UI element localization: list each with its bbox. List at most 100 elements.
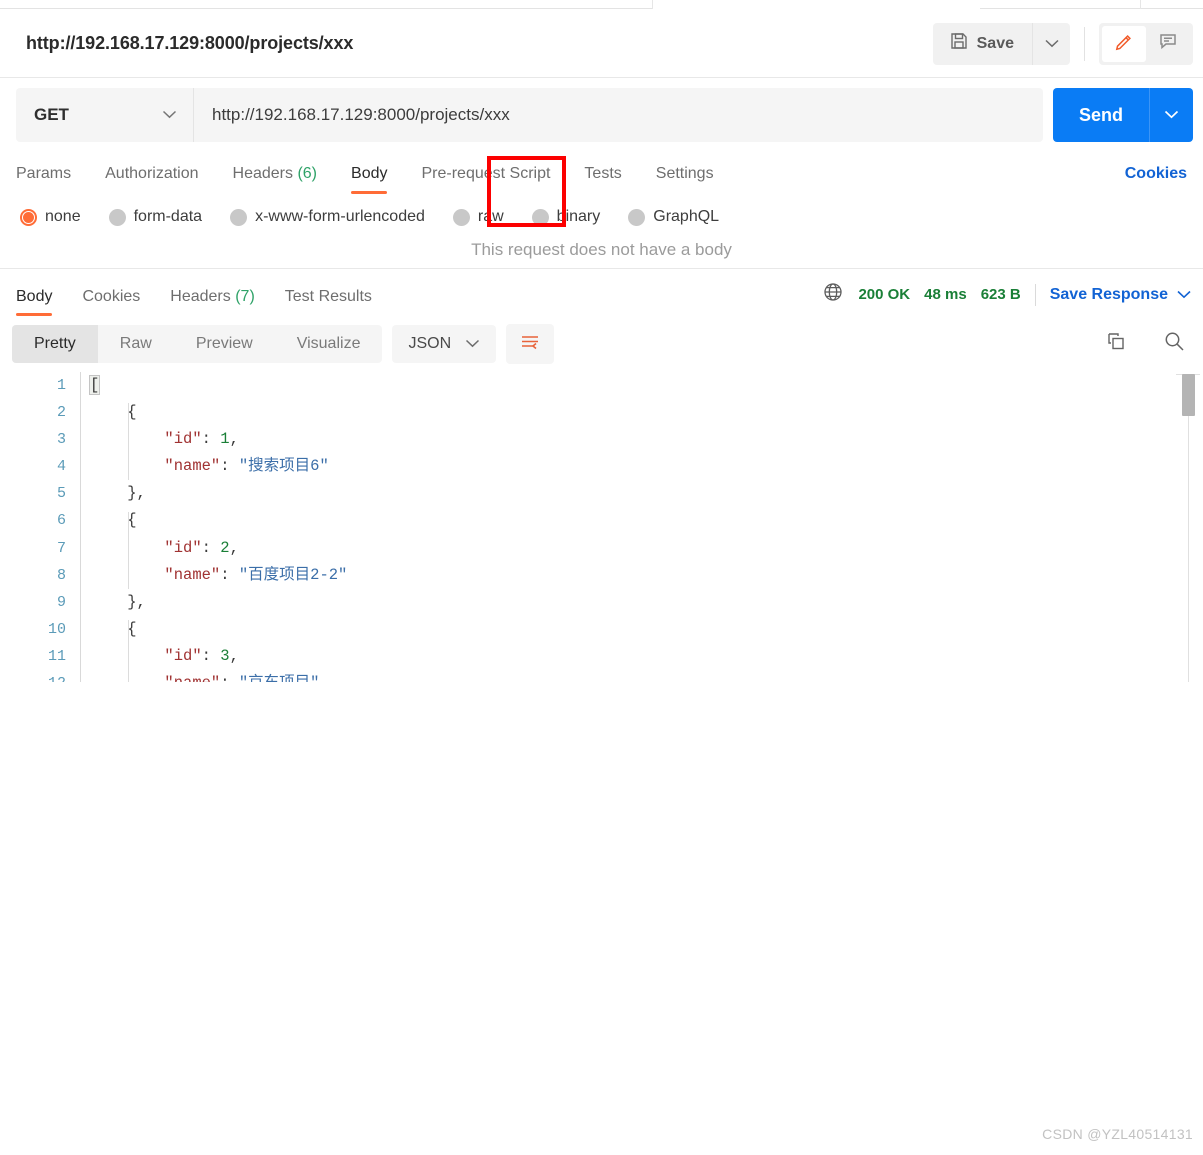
globe-icon [822, 281, 844, 308]
chevron-down-icon [1164, 106, 1179, 124]
tab-pre-request-script-label: Pre-request Script [421, 165, 550, 182]
line-number: 6 [0, 507, 66, 534]
body-type-graphql-label: GraphQL [653, 208, 719, 226]
body-type-options: none form-data x-www-form-urlencoded raw… [0, 194, 1203, 240]
radio-graphql-icon [628, 209, 645, 226]
chevron-down-icon [465, 335, 480, 353]
code-line: "name": "京东项目" [90, 670, 1203, 682]
wrap-lines-button[interactable] [506, 324, 554, 364]
response-tab-body[interactable]: Body [16, 288, 52, 316]
tab-strip-divider-1 [652, 0, 653, 9]
save-dropdown-button[interactable] [1032, 23, 1070, 65]
indent-guide [128, 620, 129, 682]
search-button[interactable] [1162, 329, 1187, 359]
body-type-form-data[interactable]: form-data [109, 208, 202, 226]
radio-urlencoded-icon [230, 209, 247, 226]
line-number: 1 [0, 372, 66, 399]
tab-body-label: Body [351, 165, 387, 182]
tab-pre-request-script[interactable]: Pre-request Script [421, 165, 550, 194]
scrollbar-track[interactable] [1188, 374, 1189, 682]
response-meta-divider [1035, 284, 1036, 306]
response-body-viewer[interactable]: 1234567891011121314151617181920212223242… [0, 372, 1203, 682]
copy-icon [1104, 330, 1128, 359]
code-line: { [90, 616, 1203, 643]
radio-raw-icon [453, 209, 470, 226]
body-type-none-label: none [45, 208, 81, 226]
save-button[interactable]: Save [933, 23, 1032, 65]
http-method-select[interactable]: GET [16, 88, 194, 142]
chevron-down-icon [1177, 286, 1191, 304]
url-input[interactable] [194, 88, 1043, 142]
status-badge: 200 OK [858, 286, 910, 303]
tab-authorization-label: Authorization [105, 165, 198, 182]
tab-body[interactable]: Body [351, 165, 387, 194]
indent-guide [128, 403, 129, 480]
title-actions: Save [933, 23, 1193, 65]
view-raw-button[interactable]: Raw [98, 325, 174, 363]
view-pretty-button[interactable]: Pretty [12, 325, 98, 363]
line-number: 10 [0, 616, 66, 643]
response-tab-test-results-label: Test Results [285, 288, 372, 305]
send-dropdown-button[interactable] [1149, 88, 1193, 142]
body-type-binary-label: binary [557, 208, 601, 226]
code-line: }, [90, 589, 1203, 616]
response-format-toolbar: Pretty Raw Preview Visualize JSON [0, 316, 1203, 372]
method-and-url-group: GET [16, 88, 1043, 142]
http-method-value: GET [34, 105, 69, 125]
comment-button[interactable] [1146, 26, 1190, 62]
title-actions-divider [1084, 27, 1085, 61]
edit-mode-button[interactable] [1102, 26, 1146, 62]
view-preview-button[interactable]: Preview [174, 325, 275, 363]
cookies-link[interactable]: Cookies [1125, 165, 1187, 194]
tab-headers-label: Headers [233, 165, 293, 182]
request-body-empty-area: This request does not have a body [0, 240, 1203, 268]
save-response-button[interactable]: Save Response [1050, 286, 1191, 304]
view-mode-toggle-group [1099, 23, 1193, 65]
tab-strip-partial [0, 0, 1203, 10]
tab-tests[interactable]: Tests [584, 165, 621, 194]
response-tab-cookies[interactable]: Cookies [82, 288, 140, 316]
copy-button[interactable] [1104, 330, 1128, 359]
line-number: 7 [0, 535, 66, 562]
tab-settings-label: Settings [656, 165, 714, 182]
view-visualize-button[interactable]: Visualize [275, 325, 383, 363]
body-type-raw[interactable]: raw [453, 208, 504, 226]
line-number: 11 [0, 643, 66, 670]
body-type-binary[interactable]: binary [532, 208, 601, 226]
code-line: "name": "搜索项目6" [90, 453, 1203, 480]
response-meta: 200 OK 48 ms 623 B Save Response [822, 281, 1191, 316]
tab-tests-label: Tests [584, 165, 621, 182]
tab-settings[interactable]: Settings [656, 165, 714, 194]
radio-binary-icon [532, 209, 549, 226]
response-header: Body Cookies Headers (7) Test Results 20… [0, 268, 1203, 316]
body-type-none[interactable]: none [20, 208, 81, 226]
response-time: 48 ms [924, 286, 967, 303]
watermark: CSDN @YZL40514131 [1042, 1126, 1193, 1142]
code-line: "id": 1, [90, 426, 1203, 453]
code-line: { [90, 399, 1203, 426]
line-number: 12 [0, 670, 66, 682]
response-language-select[interactable]: JSON [392, 325, 496, 363]
send-button[interactable]: Send [1053, 88, 1149, 142]
response-view-mode-group: Pretty Raw Preview Visualize [12, 325, 382, 363]
tab-headers[interactable]: Headers (6) [233, 165, 318, 194]
floppy-disk-icon [949, 31, 969, 56]
request-title-bar: http://192.168.17.129:8000/projects/xxx … [0, 10, 1203, 78]
scrollbar-thumb[interactable] [1182, 374, 1195, 416]
body-type-urlencoded[interactable]: x-www-form-urlencoded [230, 208, 425, 226]
body-type-raw-label: raw [478, 208, 504, 226]
save-button-group: Save [933, 23, 1070, 65]
search-icon [1162, 329, 1187, 359]
response-tab-headers[interactable]: Headers (7) [170, 288, 255, 316]
response-tab-test-results[interactable]: Test Results [285, 288, 372, 316]
body-type-graphql[interactable]: GraphQL [628, 208, 719, 226]
line-number: 8 [0, 562, 66, 589]
tab-strip-segment-mid [980, 8, 1140, 9]
request-tabs: Params Authorization Headers (6) Body Pr… [0, 152, 1203, 194]
indent-guide [128, 512, 129, 589]
tab-params-label: Params [16, 165, 71, 182]
save-response-label: Save Response [1050, 286, 1168, 304]
tab-params[interactable]: Params [16, 165, 71, 194]
no-body-message: This request does not have a body [0, 240, 1203, 260]
tab-authorization[interactable]: Authorization [105, 165, 198, 194]
